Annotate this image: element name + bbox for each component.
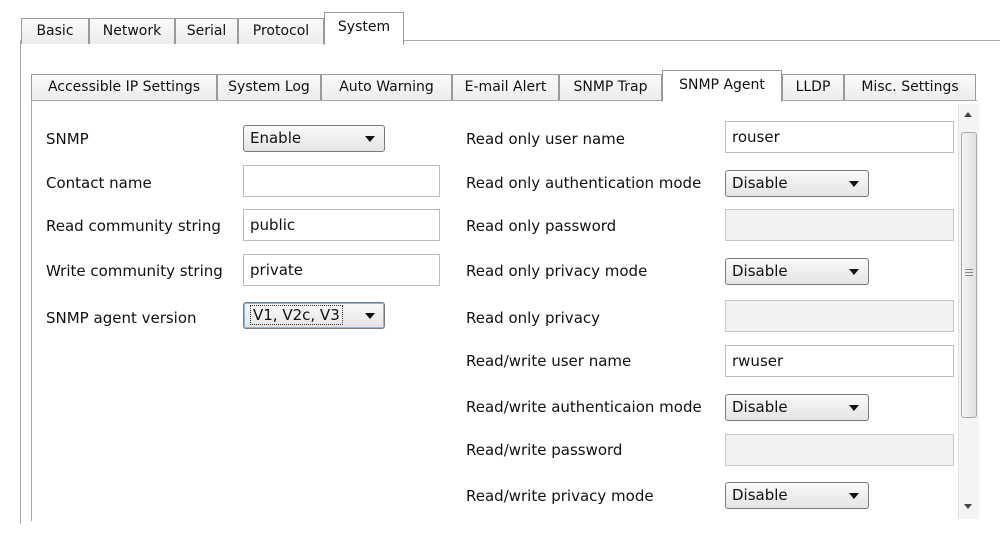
write-community-input[interactable]: private xyxy=(243,254,440,286)
rw-user-input[interactable]: rwuser xyxy=(725,345,954,377)
chevron-down-icon xyxy=(365,313,375,319)
tab-snmp-agent[interactable]: SNMP Agent xyxy=(662,70,782,102)
ro-auth-select[interactable]: Disable xyxy=(725,170,869,197)
chevron-down-icon xyxy=(849,405,859,411)
grip-line xyxy=(965,272,973,273)
rw-auth-select[interactable]: Disable xyxy=(725,394,869,421)
tab-network[interactable]: Network xyxy=(89,18,175,44)
tab-serial[interactable]: Serial xyxy=(175,18,238,44)
ro-user-label: Read only user name xyxy=(466,130,625,148)
tab-email-alert[interactable]: E-mail Alert xyxy=(452,74,559,100)
tab-basic[interactable]: Basic xyxy=(21,18,89,44)
snmp-select-value: Enable xyxy=(250,129,302,147)
scroll-thumb[interactable] xyxy=(961,132,977,418)
scroll-up-arrow-icon[interactable] xyxy=(964,112,972,117)
ro-privacy-input[interactable] xyxy=(725,300,954,332)
ro-password-input[interactable] xyxy=(725,209,954,241)
chevron-down-icon xyxy=(849,181,859,187)
tab-misc-settings[interactable]: Misc. Settings xyxy=(844,74,976,100)
write-community-label: Write community string xyxy=(46,262,223,280)
ro-user-input[interactable]: rouser xyxy=(725,121,954,153)
snmp-label: SNMP xyxy=(46,130,89,148)
rw-privacy-mode-value: Disable xyxy=(732,486,788,504)
contact-name-label: Contact name xyxy=(46,174,152,192)
snmp-select[interactable]: Enable xyxy=(243,125,385,152)
ro-privacy-mode-value: Disable xyxy=(732,262,788,280)
ro-auth-label: Read only authentication mode xyxy=(466,174,702,192)
tab-snmp-trap[interactable]: SNMP Trap xyxy=(559,74,662,100)
tab-auto-warning[interactable]: Auto Warning xyxy=(321,74,452,100)
chevron-down-icon xyxy=(849,269,859,275)
rw-password-label: Read/write password xyxy=(466,441,623,459)
rw-user-label: Read/write user name xyxy=(466,352,632,370)
rw-auth-value: Disable xyxy=(732,398,788,416)
snmp-agent-version-select[interactable]: V1, V2c, V3 xyxy=(243,302,385,329)
grip-line xyxy=(965,275,973,276)
rw-password-input[interactable] xyxy=(725,434,954,466)
tab-protocol[interactable]: Protocol xyxy=(238,18,324,44)
vertical-scrollbar[interactable] xyxy=(958,104,979,519)
tab-system[interactable]: System xyxy=(324,12,404,45)
ro-privacy-mode-select[interactable]: Disable xyxy=(725,258,869,285)
chevron-down-icon xyxy=(365,136,375,142)
rw-privacy-mode-select[interactable]: Disable xyxy=(725,482,869,509)
rw-privacy-mode-label: Read/write privacy mode xyxy=(466,487,654,505)
chevron-down-icon xyxy=(849,493,859,499)
tab-system-log[interactable]: System Log xyxy=(217,74,321,100)
rw-auth-label: Read/write authenticaion mode xyxy=(466,398,702,416)
ro-privacy-mode-label: Read only privacy mode xyxy=(466,262,648,280)
contact-name-input[interactable] xyxy=(243,165,440,197)
ro-auth-value: Disable xyxy=(732,174,788,192)
read-community-label: Read community string xyxy=(46,217,221,235)
grip-line xyxy=(965,269,973,270)
snmp-agent-version-value: V1, V2c, V3 xyxy=(250,305,343,325)
snmp-agent-version-label: SNMP agent version xyxy=(46,309,197,327)
read-community-input[interactable]: public xyxy=(243,209,440,241)
ro-password-label: Read only password xyxy=(466,217,617,235)
scroll-down-arrow-icon[interactable] xyxy=(964,504,972,509)
tab-lldp[interactable]: LLDP xyxy=(782,74,844,100)
ro-privacy-label: Read only privacy xyxy=(466,309,601,327)
tab-accessible-ip-settings[interactable]: Accessible IP Settings xyxy=(31,74,217,100)
